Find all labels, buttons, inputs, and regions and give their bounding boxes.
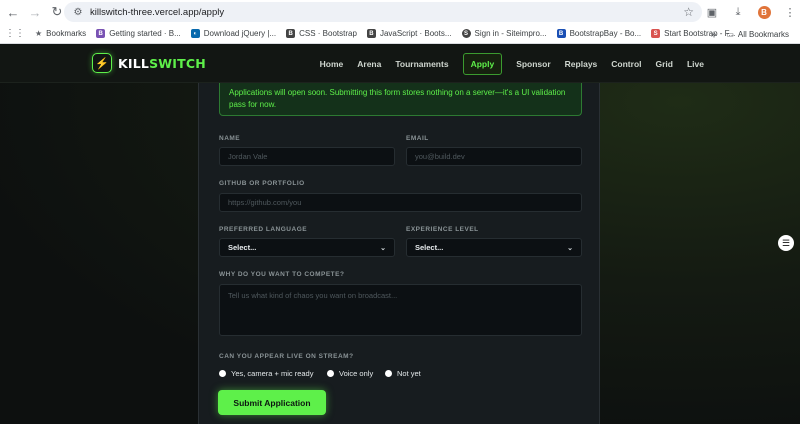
bootstrap-icon: B — [96, 29, 106, 38]
bootstrap-icon: B — [366, 29, 376, 38]
radio-icon — [219, 370, 226, 377]
github-label: GITHUB OR PORTFOLIO — [219, 180, 305, 187]
stream-option-voice[interactable]: Voice only — [327, 369, 373, 378]
folder-icon: ▭ — [726, 29, 734, 39]
nav-home[interactable]: Home — [320, 59, 344, 69]
download-icon[interactable]: ⤓ — [728, 2, 748, 22]
nav-live[interactable]: Live — [687, 59, 704, 69]
address-bar[interactable]: ⚙ killswitch-three.vercel.app/apply ☆ — [64, 2, 702, 22]
language-label: PREFERRED LANGUAGE — [219, 226, 308, 233]
email-input[interactable] — [406, 147, 582, 166]
startbootstrap-icon: S — [651, 29, 661, 38]
bookmark-item[interactable]: B BootstrapBay - Bo... — [552, 26, 647, 42]
bootstrapbay-icon: B — [556, 29, 566, 38]
why-label: WHY DO YOU WANT TO COMPETE? — [219, 271, 345, 278]
page-viewport: ⚡ KILLSWITCH Home Arena Tournaments Appl… — [0, 45, 800, 424]
apps-icon[interactable]: ⋮⋮ — [0, 26, 30, 42]
logo-text: KILLSWITCH — [118, 55, 206, 71]
url-text: killswitch-three.vercel.app/apply — [90, 6, 225, 18]
name-input[interactable] — [219, 147, 395, 166]
bootstrap-icon: B — [286, 29, 296, 38]
more-bookmarks-icon[interactable]: » — [706, 26, 722, 42]
info-alert: Applications will open soon. Submitting … — [219, 83, 582, 116]
bookmark-item[interactable]: B Getting started · B... — [91, 26, 186, 42]
bookmark-star-icon[interactable]: ☆ — [683, 5, 694, 19]
github-input[interactable] — [219, 193, 582, 212]
why-textarea[interactable] — [219, 284, 582, 336]
apply-form-panel: Applications will open soon. Submitting … — [198, 83, 600, 424]
bookmarks-bar: ⋮⋮ ★ Bookmarks B Getting started · B... ◐ D… — [0, 24, 800, 44]
jquery-icon: ◐ — [190, 29, 200, 38]
all-bookmarks[interactable]: ▭ All Bookmarks — [721, 26, 794, 42]
stream-option-yes[interactable]: Yes, camera + mic ready — [219, 369, 313, 378]
chevron-down-icon: ⌄ — [567, 244, 573, 252]
nav-apply[interactable]: Apply — [462, 53, 503, 75]
experience-select[interactable]: Select... ⌄ — [406, 238, 582, 257]
nav-tournaments[interactable]: Tournaments — [395, 59, 448, 69]
siteimprove-icon: S — [461, 29, 471, 38]
profile-avatar[interactable]: B — [754, 2, 774, 22]
nav-sponsor[interactable]: Sponsor — [516, 59, 550, 69]
bookmark-item[interactable]: ◐ Download jQuery |... — [186, 26, 281, 42]
bookmark-item[interactable]: ★ Bookmarks — [30, 26, 91, 42]
nav-grid[interactable]: Grid — [656, 59, 673, 69]
site-logo[interactable]: ⚡ KILLSWITCH — [92, 53, 206, 73]
star-icon: ★ — [35, 29, 43, 38]
submit-button[interactable]: Submit Application — [218, 390, 326, 415]
nav-replays[interactable]: Replays — [565, 59, 598, 69]
radio-icon — [385, 370, 392, 377]
menu-icon[interactable]: ⋮ — [780, 2, 800, 22]
list-menu-icon[interactable]: ☰ — [778, 235, 794, 251]
nav-arena[interactable]: Arena — [357, 59, 381, 69]
lightning-bolt-icon: ⚡ — [92, 53, 112, 73]
chevron-down-icon: ⌄ — [380, 244, 386, 252]
nav-control[interactable]: Control — [611, 59, 641, 69]
back-icon[interactable]: ← — [4, 3, 22, 21]
bookmark-item[interactable]: B CSS · Bootstrap — [281, 26, 362, 42]
main-nav: Home Arena Tournaments Apply Sponsor Rep… — [306, 53, 704, 75]
experience-label: EXPERIENCE LEVEL — [406, 226, 479, 233]
radio-icon — [327, 370, 334, 377]
stream-option-not-yet[interactable]: Not yet — [385, 369, 421, 378]
forward-icon[interactable]: → — [26, 3, 44, 21]
stream-label: CAN YOU APPEAR LIVE ON STREAM? — [219, 353, 354, 360]
cast-icon[interactable]: ▣ — [702, 2, 722, 22]
bookmark-item[interactable]: S Sign in - Siteimpro... — [457, 26, 552, 42]
language-select[interactable]: Select... ⌄ — [219, 238, 395, 257]
name-label: NAME — [219, 135, 241, 142]
email-label: EMAIL — [406, 135, 429, 142]
site-info-icon[interactable]: ⚙ — [70, 7, 86, 18]
site-header: ⚡ KILLSWITCH Home Arena Tournaments Appl… — [0, 45, 800, 83]
browser-toolbar: ← → ↻ ⚙ killswitch-three.vercel.app/appl… — [0, 0, 800, 24]
bookmark-item[interactable]: B JavaScript · Boots... — [362, 26, 457, 42]
